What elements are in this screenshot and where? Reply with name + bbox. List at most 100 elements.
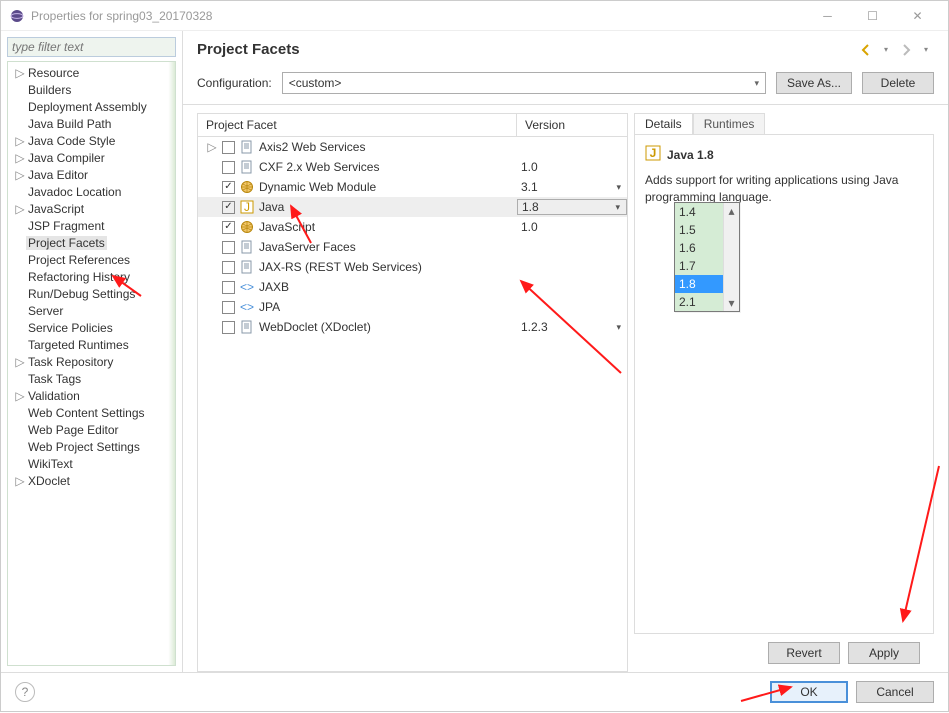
facets-table[interactable]: Project Facet Version ▷Axis2 Web Service… xyxy=(197,113,628,672)
tree-item[interactable]: Task Tags xyxy=(8,370,175,387)
svg-text:J: J xyxy=(244,200,250,214)
tree-item[interactable]: Project References xyxy=(8,251,175,268)
facet-row[interactable]: <>JPA xyxy=(198,297,627,317)
nav-tree[interactable]: ▷ResourceBuildersDeployment AssemblyJava… xyxy=(7,61,176,666)
save-as-button[interactable]: Save As... xyxy=(776,72,852,94)
facet-checkbox[interactable] xyxy=(222,281,235,294)
facet-label: Java xyxy=(259,200,284,214)
tree-label: Deployment Assembly xyxy=(26,100,149,114)
chevron-down-icon[interactable]: ▾ xyxy=(616,182,621,193)
tree-item[interactable]: Javadoc Location xyxy=(8,183,175,200)
tree-item[interactable]: ▷Java Compiler xyxy=(8,149,175,166)
tree-item[interactable]: Web Page Editor xyxy=(8,421,175,438)
tree-item[interactable]: ▷Task Repository xyxy=(8,353,175,370)
filter-input[interactable] xyxy=(7,37,176,57)
apply-button[interactable]: Apply xyxy=(848,642,920,664)
facet-checkbox[interactable] xyxy=(222,181,235,194)
minimize-button[interactable]: ─ xyxy=(805,2,850,30)
facet-row[interactable]: <>JAXB xyxy=(198,277,627,297)
tree-item[interactable]: Web Content Settings xyxy=(8,404,175,421)
facet-label: JavaServer Faces xyxy=(259,240,356,254)
titlebar: Properties for spring03_20170328 ─ ☐ ✕ xyxy=(1,1,948,31)
svg-text:<>: <> xyxy=(240,300,254,314)
tree-item[interactable]: Targeted Runtimes xyxy=(8,336,175,353)
tree-label: JSP Fragment xyxy=(26,219,106,233)
tree-label: Javadoc Location xyxy=(26,185,123,199)
tree-label: Task Tags xyxy=(26,372,83,386)
facet-row[interactable]: JavaScript1.0 xyxy=(198,217,627,237)
tree-item[interactable]: Web Project Settings xyxy=(8,438,175,455)
tree-item[interactable]: ▷Java Code Style xyxy=(8,132,175,149)
scroll-up-icon[interactable]: ▴ xyxy=(724,203,739,219)
tree-label: Java Code Style xyxy=(26,134,117,148)
facet-icon xyxy=(239,319,255,335)
facet-checkbox[interactable] xyxy=(222,301,235,314)
cancel-button[interactable]: Cancel xyxy=(856,681,934,703)
revert-button[interactable]: Revert xyxy=(768,642,840,664)
tree-item[interactable]: Builders xyxy=(8,81,175,98)
version-dropdown[interactable]: ▴ ▾ 1.41.51.61.71.82.1 xyxy=(674,202,740,312)
back-icon[interactable] xyxy=(858,42,874,58)
col-version[interactable]: Version xyxy=(517,114,627,136)
config-combo[interactable]: <custom> ▾ xyxy=(282,72,766,94)
tree-item[interactable]: Java Build Path xyxy=(8,115,175,132)
tree-item[interactable]: ▷JavaScript xyxy=(8,200,175,217)
tab-runtimes[interactable]: Runtimes xyxy=(693,113,766,134)
facet-checkbox[interactable] xyxy=(222,241,235,254)
facet-label: WebDoclet (XDoclet) xyxy=(259,320,371,334)
tree-label: Project Facets xyxy=(26,236,107,250)
tree-item[interactable]: ▷Java Editor xyxy=(8,166,175,183)
tree-item[interactable]: Refactoring History xyxy=(8,268,175,285)
facet-row[interactable]: JJava1.8▾ xyxy=(198,197,627,217)
scroll-down-icon[interactable]: ▾ xyxy=(724,295,739,311)
tree-item[interactable]: Server xyxy=(8,302,175,319)
facet-icon xyxy=(239,259,255,275)
svg-text:J: J xyxy=(650,146,657,160)
twist-icon: ▷ xyxy=(206,140,218,154)
twist-icon: ▷ xyxy=(14,168,26,182)
tree-label: Service Policies xyxy=(26,321,115,335)
maximize-button[interactable]: ☐ xyxy=(850,2,895,30)
facet-checkbox[interactable] xyxy=(222,221,235,234)
tree-label: Server xyxy=(26,304,65,318)
svg-text:<>: <> xyxy=(240,280,254,294)
twist-icon: ▷ xyxy=(14,151,26,165)
delete-button[interactable]: Delete xyxy=(862,72,934,94)
tree-item[interactable]: Project Facets xyxy=(8,234,175,251)
facet-row[interactable]: Dynamic Web Module3.1▾ xyxy=(198,177,627,197)
tree-label: Refactoring History xyxy=(26,270,132,284)
tree-label: WikiText xyxy=(26,457,75,471)
forward-menu-icon[interactable]: ▾ xyxy=(918,42,934,58)
facet-checkbox[interactable] xyxy=(222,141,235,154)
tree-label: XDoclet xyxy=(26,474,72,488)
tree-item[interactable]: WikiText xyxy=(8,455,175,472)
chevron-down-icon[interactable]: ▾ xyxy=(616,322,621,333)
facet-checkbox[interactable] xyxy=(222,321,235,334)
facet-row[interactable]: JavaServer Faces xyxy=(198,237,627,257)
window-title: Properties for spring03_20170328 xyxy=(31,9,805,23)
col-facet[interactable]: Project Facet xyxy=(198,114,517,136)
facet-row[interactable]: WebDoclet (XDoclet)1.2.3▾ xyxy=(198,317,627,337)
tree-item[interactable]: Service Policies xyxy=(8,319,175,336)
tree-item[interactable]: ▷Validation xyxy=(8,387,175,404)
ok-button[interactable]: OK xyxy=(770,681,848,703)
help-icon[interactable]: ? xyxy=(15,682,35,702)
facet-checkbox[interactable] xyxy=(222,161,235,174)
config-value: <custom> xyxy=(289,76,342,90)
tree-item[interactable]: Run/Debug Settings xyxy=(8,285,175,302)
tab-details[interactable]: Details xyxy=(634,113,693,134)
facet-checkbox[interactable] xyxy=(222,261,235,274)
forward-icon[interactable] xyxy=(898,42,914,58)
facet-row[interactable]: CXF 2.x Web Services1.0 xyxy=(198,157,627,177)
close-button[interactable]: ✕ xyxy=(895,2,940,30)
tree-item[interactable]: ▷Resource xyxy=(8,64,175,81)
tree-item[interactable]: Deployment Assembly xyxy=(8,98,175,115)
tree-item[interactable]: JSP Fragment xyxy=(8,217,175,234)
tree-item[interactable]: ▷XDoclet xyxy=(8,472,175,489)
back-menu-icon[interactable]: ▾ xyxy=(878,42,894,58)
chevron-down-icon[interactable]: ▾ xyxy=(615,202,620,213)
facet-row[interactable]: ▷Axis2 Web Services xyxy=(198,137,627,157)
facet-row[interactable]: JAX-RS (REST Web Services) xyxy=(198,257,627,277)
facet-checkbox[interactable] xyxy=(222,201,235,214)
chevron-down-icon: ▾ xyxy=(754,78,759,89)
